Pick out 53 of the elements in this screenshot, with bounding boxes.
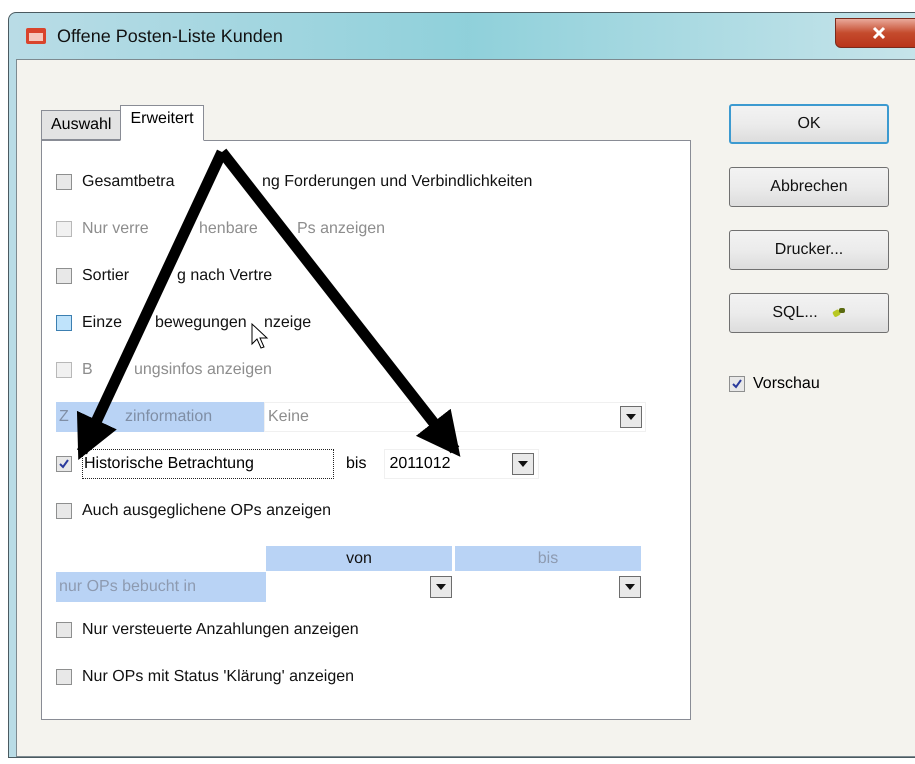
tab[interactable]: Auswahl bbox=[41, 110, 120, 140]
checkbox[interactable] bbox=[729, 376, 745, 392]
option-label: Gesamtbetra bbox=[82, 172, 174, 190]
close-icon bbox=[871, 26, 887, 40]
checkbox[interactable] bbox=[56, 268, 72, 284]
checkbox[interactable] bbox=[56, 174, 72, 190]
checkbox[interactable] bbox=[56, 668, 72, 684]
checkbox[interactable] bbox=[56, 314, 72, 330]
column-header: bis bbox=[455, 546, 641, 571]
option-label: ungsinfos anzeigen bbox=[134, 360, 272, 378]
option-label: Nur verre bbox=[82, 220, 149, 236]
checkbox[interactable] bbox=[56, 456, 72, 472]
checkbox[interactable] bbox=[56, 622, 72, 638]
option-label: ng Forderungen und Verbindlichkeiten bbox=[262, 172, 532, 190]
option-label: Nur versteuerte Anzahlungen anzeigen bbox=[82, 620, 359, 638]
option-label: bewegungen bbox=[155, 314, 247, 330]
option-label: Sortier bbox=[82, 266, 130, 284]
option-label: g nach Vertre bbox=[177, 266, 272, 284]
plug-icon bbox=[832, 307, 846, 319]
tab[interactable]: Erweitert bbox=[120, 105, 204, 141]
dropdown-button[interactable] bbox=[430, 576, 452, 598]
checkmark-icon bbox=[731, 378, 743, 390]
dropdown-button[interactable] bbox=[620, 406, 642, 428]
app-icon bbox=[25, 26, 47, 46]
option-label: Historische Betrachtung bbox=[82, 448, 334, 478]
column-header: von bbox=[266, 546, 452, 571]
window-title: Offene Posten-Liste Kunden bbox=[57, 24, 283, 48]
option-label: B bbox=[82, 360, 93, 378]
dialog-button[interactable]: Abbrechen bbox=[729, 167, 889, 207]
option-label: Einze bbox=[82, 314, 122, 330]
option-label: Auch ausgeglichene OPs anzeigen bbox=[82, 502, 332, 518]
caret-icon bbox=[625, 584, 635, 590]
close-button[interactable] bbox=[835, 18, 915, 48]
checkmark-icon bbox=[58, 458, 70, 470]
connector-label: bis bbox=[346, 454, 366, 474]
caret-icon bbox=[626, 414, 636, 420]
field-label: nur OPs bebucht in bbox=[56, 572, 266, 602]
caret-icon bbox=[436, 584, 446, 590]
option-label: Nur OPs mit Status 'Klärung' anzeigen bbox=[82, 668, 354, 684]
option-label: henbare bbox=[199, 220, 258, 236]
dropdown-field[interactable]: 2011012 bbox=[384, 448, 540, 478]
dropdown-button[interactable] bbox=[619, 576, 641, 598]
dialog-button[interactable]: Drucker... bbox=[729, 230, 889, 270]
option-label: nzeige bbox=[264, 314, 312, 330]
option-label: Ps anzeigen bbox=[297, 220, 386, 236]
option-label: Vorschau bbox=[753, 374, 820, 394]
caret-icon bbox=[518, 460, 528, 466]
dropdown-button[interactable] bbox=[512, 452, 534, 474]
checkbox[interactable] bbox=[56, 502, 72, 518]
dialog-button[interactable]: SQL... bbox=[729, 293, 889, 333]
dialog-button[interactable]: OK bbox=[729, 104, 889, 144]
field-label: zinformation bbox=[125, 408, 212, 424]
field-label: Z bbox=[59, 408, 69, 424]
